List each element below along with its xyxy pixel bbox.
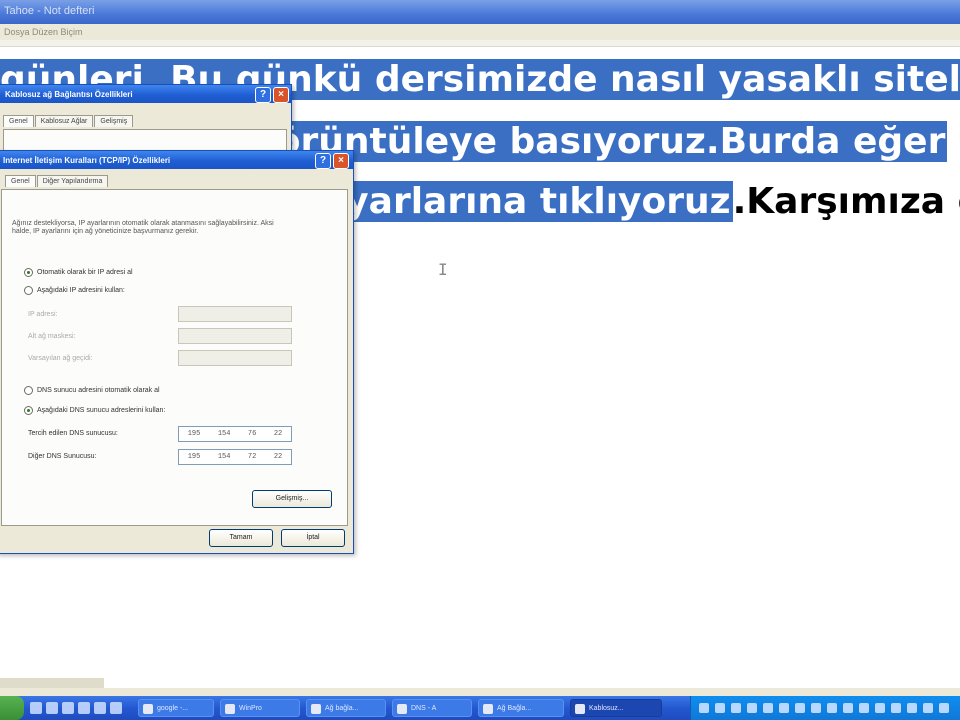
tray-icon-16[interactable] [939, 703, 949, 713]
quicklaunch-media-icon[interactable] [46, 702, 58, 714]
tray-icon-14[interactable] [907, 703, 917, 713]
dialog-title: Kablosuz ağ Bağlantısı Özellikleri [5, 90, 133, 99]
tcpip-properties-dialog[interactable]: Internet İletişim Kuralları (TCP/IP) Öze… [0, 150, 354, 554]
dns-auto-label: DNS sunucu adresini otomatik olarak al [37, 387, 160, 394]
octet-4: 22 [273, 453, 283, 461]
tab-general[interactable]: Genel [3, 115, 34, 127]
octet-2: 154 [217, 453, 231, 461]
cancel-button[interactable]: İptal [281, 529, 345, 547]
tray-icon-2[interactable] [715, 703, 725, 713]
dns-auto-radio[interactable]: DNS sunucu adresini otomatik olarak al [24, 386, 160, 395]
tray-icon-13[interactable] [891, 703, 901, 713]
dns-manual-radio[interactable]: Aşağıdaki DNS sunucu adreslerini kullan: [24, 406, 165, 415]
taskbar-button-network1[interactable]: Ağ bağla... [306, 699, 386, 717]
gateway-field[interactable] [178, 350, 292, 366]
tab-panel: Ağınız destekliyorsa, IP ayarlarının oto… [1, 189, 348, 526]
close-icon[interactable]: × [273, 87, 289, 103]
radio-icon[interactable] [24, 286, 33, 295]
app-title: Tahoe - Not defteri [4, 5, 95, 17]
taskbar: google -... WinPro Ağ bağla... DNS - A A… [0, 696, 960, 720]
doc-line-3[interactable]: ayarlarına tıklıyoruz.Karşımıza ç [322, 174, 960, 230]
octet-2: 154 [217, 430, 231, 438]
tray-icon-12[interactable] [875, 703, 885, 713]
tab-strip: Genel Diğer Yapılandırma [5, 175, 109, 187]
radio-selected-icon[interactable] [24, 406, 33, 415]
dialog-titlebar[interactable]: Kablosuz ağ Bağlantısı Özellikleri ? × [0, 85, 291, 103]
quicklaunch-explorer-icon[interactable] [62, 702, 74, 714]
taskbar-button-google[interactable]: google -... [138, 699, 214, 717]
plain-text-3[interactable]: .Karşımıza ç [733, 181, 960, 222]
tab-general[interactable]: Genel [5, 175, 36, 187]
dns-manual-label: Aşağıdaki DNS sunucu adreslerini kullan: [37, 407, 166, 414]
quicklaunch-app2-icon[interactable] [110, 702, 122, 714]
ruler [0, 40, 960, 47]
dialog-titlebar[interactable]: Internet İletişim Kuralları (TCP/IP) Öze… [0, 151, 353, 169]
tab-advanced[interactable]: Gelişmiş [94, 115, 134, 127]
quicklaunch-ie-icon[interactable] [30, 702, 42, 714]
taskbar-button-winpro[interactable]: WinPro [220, 699, 300, 717]
quicklaunch-app-icon[interactable] [94, 702, 106, 714]
text-cursor-icon: I [438, 260, 448, 279]
tray-icon-4[interactable] [747, 703, 757, 713]
tab-strip: Genel Kablosuz Ağlar Gelişmiş [3, 115, 134, 127]
tray-icon-3[interactable] [731, 703, 741, 713]
octet-1: 195 [187, 453, 201, 461]
ip-manual-radio[interactable]: Aşağıdaki IP adresini kullan: [24, 286, 125, 295]
alternate-dns-field[interactable]: 195 154 72 22 [178, 449, 292, 465]
octet-4: 22 [273, 430, 283, 438]
app-titlebar: Tahoe - Not defteri [0, 0, 960, 24]
subnet-mask-field[interactable] [178, 328, 292, 344]
ip-auto-label: Otomatik olarak bir IP adresi al [37, 269, 133, 276]
preferred-dns-label: Tercih edilen DNS sunucusu: [28, 430, 118, 437]
octet-3: 76 [247, 430, 257, 438]
subnet-mask-label: Alt ağ maskesi: [28, 333, 76, 340]
dialog-title: Internet İletişim Kuralları (TCP/IP) Öze… [3, 156, 171, 165]
tray-icon-8[interactable] [811, 703, 821, 713]
description-text: Ağınız destekliyorsa, IP ayarlarının oto… [12, 220, 274, 235]
tab-alternate-config[interactable]: Diğer Yapılandırma [36, 175, 109, 187]
radio-icon[interactable] [24, 386, 33, 395]
preferred-dns-field[interactable]: 195 154 76 22 [178, 426, 292, 442]
tray-icon-7[interactable] [795, 703, 805, 713]
ok-button[interactable]: Tamam [209, 529, 273, 547]
tray-icon-9[interactable] [827, 703, 837, 713]
ip-address-label: IP adresi: [28, 311, 58, 318]
tray-icon-15[interactable] [923, 703, 933, 713]
status-bar [0, 688, 960, 696]
selected-text-2[interactable]: görüntüleye basıyoruz.Burda eğer [250, 121, 948, 162]
selected-text-3[interactable]: ayarlarına tıklıyoruz [322, 181, 733, 222]
tray-icon-6[interactable] [779, 703, 789, 713]
doc-line-2[interactable]: görüntüleye basıyoruz.Burda eğer [250, 114, 948, 170]
tab-wireless[interactable]: Kablosuz Ağlar [34, 115, 94, 127]
tray-icon-5[interactable] [763, 703, 773, 713]
alternate-dns-label: Diğer DNS Sunucusu: [28, 453, 97, 460]
octet-1: 195 [187, 430, 201, 438]
advanced-button[interactable]: Gelişmiş... [252, 490, 332, 508]
ip-auto-radio[interactable]: Otomatik olarak bir IP adresi al [24, 268, 133, 277]
tray-icon-11[interactable] [859, 703, 869, 713]
start-button[interactable] [0, 696, 24, 720]
system-tray [690, 696, 960, 720]
ip-address-field[interactable] [178, 306, 292, 322]
help-icon[interactable]: ? [255, 87, 271, 103]
horizontal-scrollbar[interactable] [0, 678, 104, 688]
tray-icon-1[interactable] [699, 703, 709, 713]
ip-manual-label: Aşağıdaki IP adresini kullan: [37, 287, 125, 294]
menu-items[interactable]: Dosya Düzen Biçim [4, 27, 83, 37]
taskbar-button-dns[interactable]: DNS - A [392, 699, 472, 717]
octet-3: 72 [247, 453, 257, 461]
radio-selected-icon[interactable] [24, 268, 33, 277]
close-icon[interactable]: × [333, 153, 349, 169]
app-menubar[interactable]: Dosya Düzen Biçim [0, 24, 960, 41]
gateway-label: Varsayılan ağ geçidi: [28, 355, 93, 362]
taskbar-button-network2[interactable]: Ağ Bağla... [478, 699, 564, 717]
tray-icon-10[interactable] [843, 703, 853, 713]
quicklaunch-desktop-icon[interactable] [78, 702, 90, 714]
taskbar-button-wireless[interactable]: Kablosuz... [570, 699, 662, 717]
help-icon[interactable]: ? [315, 153, 331, 169]
